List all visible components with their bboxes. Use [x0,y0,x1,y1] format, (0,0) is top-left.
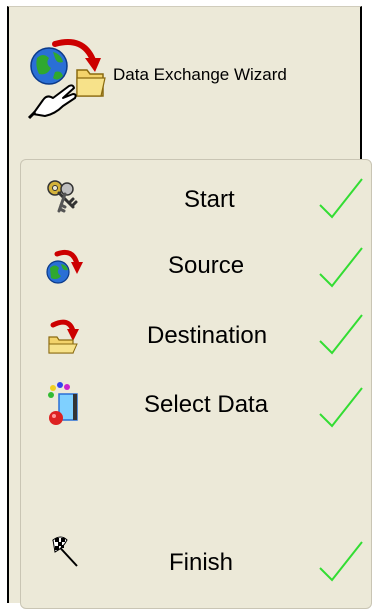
check-icon [319,541,363,582]
step-start[interactable]: Start [21,175,371,225]
check-icon [319,314,363,355]
wizard-sidebar: Data Exchange Wizard Start Source Destin… [7,6,372,609]
step-select-data[interactable]: Select Data [21,380,371,430]
folder-arrow-icon [48,319,79,354]
step-label: Start [184,186,235,213]
step-source[interactable]: Source [21,242,371,292]
step-label: Destination [147,322,268,349]
check-icon [319,178,363,219]
wizard-steps-list: Start Source Destination Select Data Fin… [20,159,372,609]
globe-folder-hand-icon [27,39,106,120]
check-icon [319,247,363,288]
wizard-window: Data Exchange Wizard Start Source Destin… [0,0,375,609]
step-finish[interactable]: Finish [21,532,371,582]
step-destination[interactable]: Destination [21,311,371,361]
step-label: Finish [169,549,234,576]
keys-icon [47,180,78,213]
checkered-flag-icon [52,536,78,567]
wizard-header: Data Exchange Wizard [9,7,360,157]
check-icon [319,387,363,428]
globe-arrow-icon [46,249,83,284]
select-data-icon [48,382,78,425]
step-label: Select Data [144,391,269,418]
step-label: Source [168,252,245,279]
wizard-title: Data Exchange Wizard [113,65,287,84]
